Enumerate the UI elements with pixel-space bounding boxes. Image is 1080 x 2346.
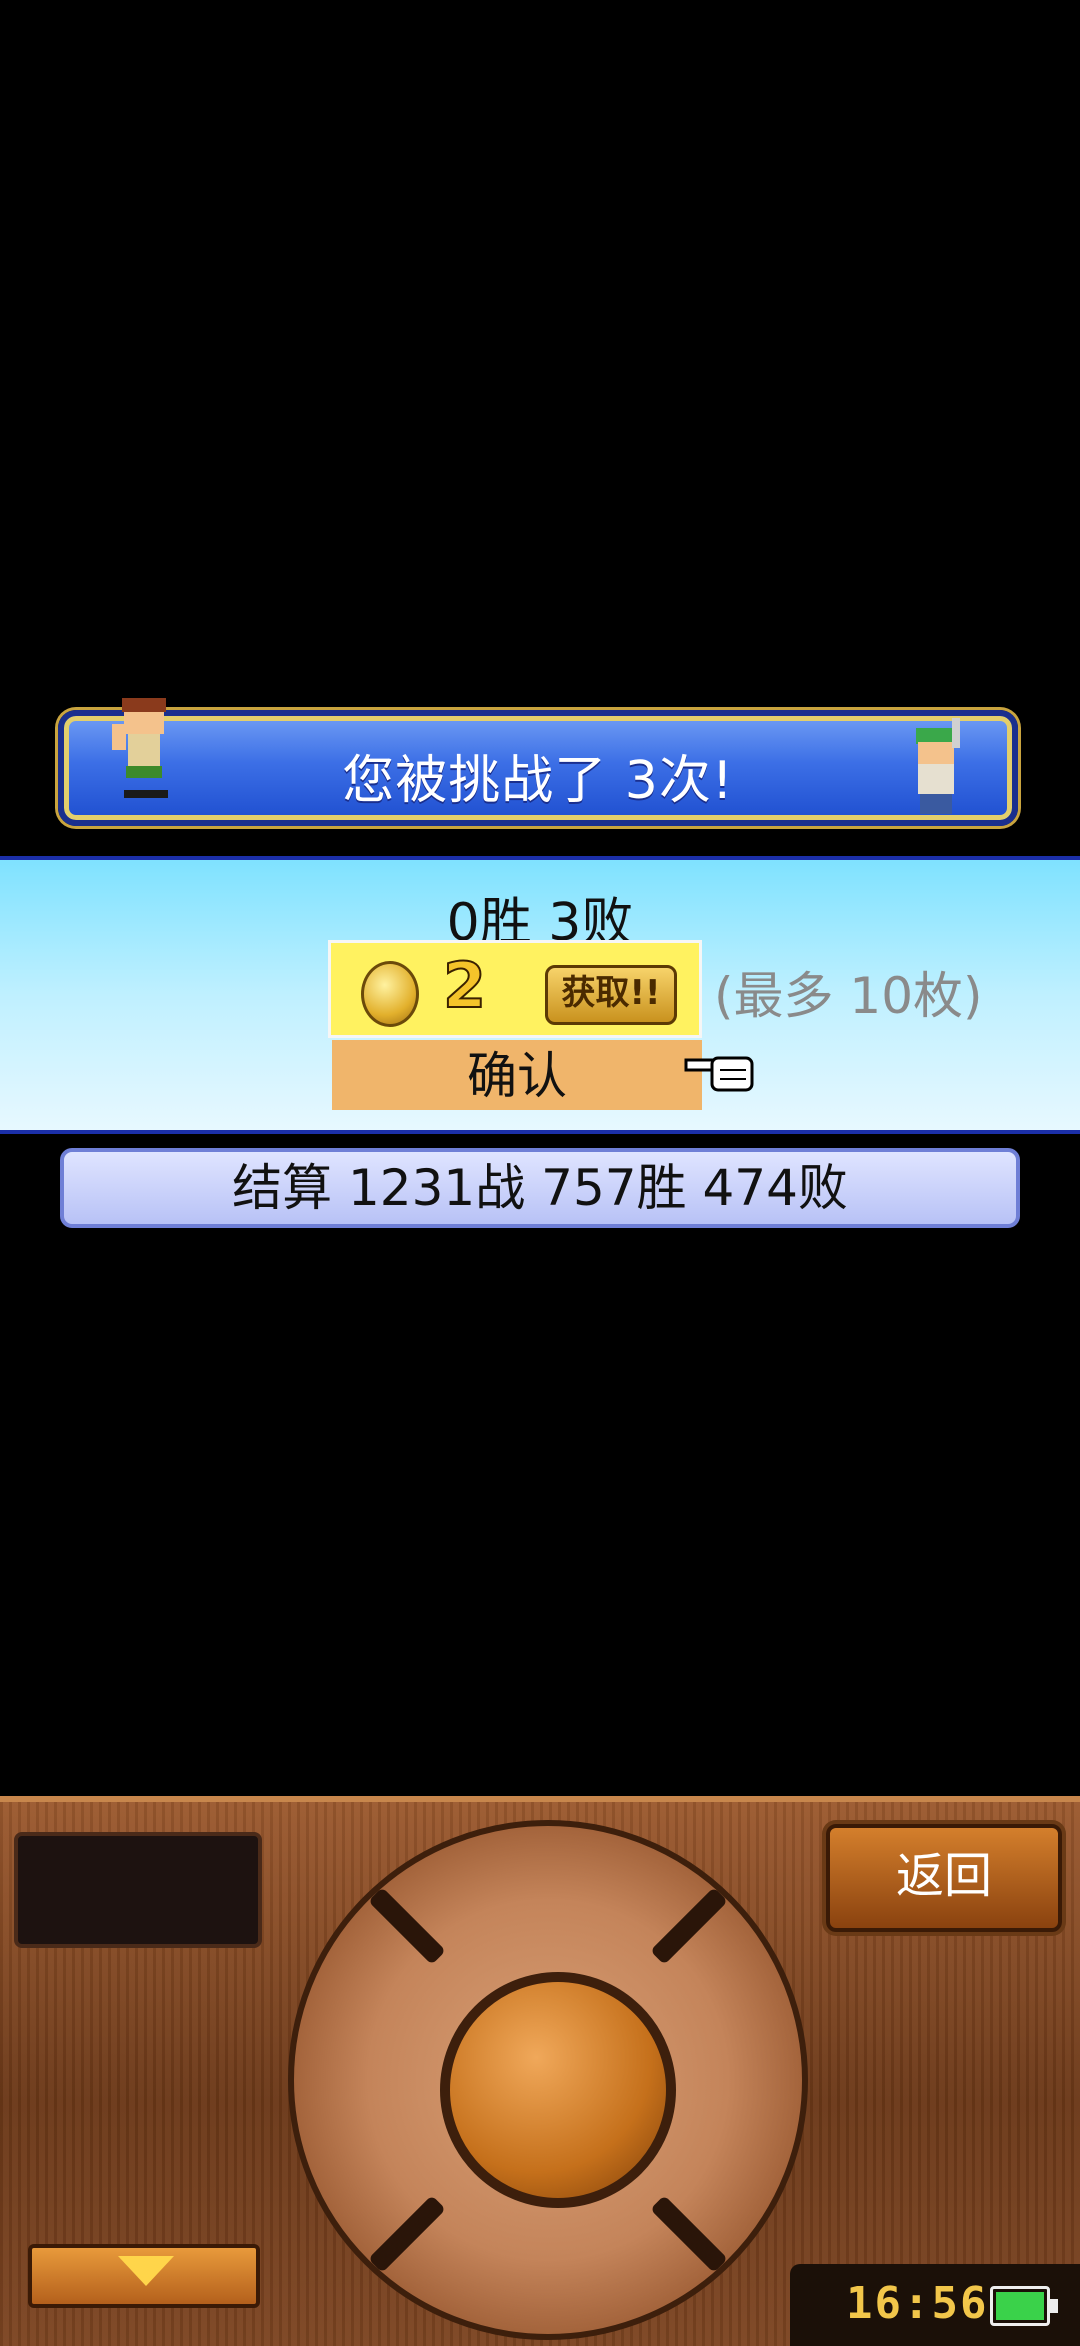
obtain-badge: 获取!!: [545, 965, 677, 1025]
clock: 16:56: [846, 2278, 989, 2329]
back-button[interactable]: 返回: [826, 1824, 1062, 1932]
coin-count: 2: [442, 948, 487, 1023]
center-action-button[interactable]: [440, 1972, 676, 2208]
banner-title: 您被挑战了 3次!: [342, 751, 734, 811]
dpad-divider: [650, 1887, 728, 1965]
coin-icon: [361, 961, 419, 1027]
dpad-divider: [368, 1887, 446, 1965]
dpad[interactable]: [288, 1820, 808, 2340]
dpad-divider: [650, 2195, 728, 2273]
dpad-divider: [368, 2195, 446, 2273]
max-coin-note: (最多 10枚): [714, 967, 983, 1025]
status-bar: 16:56: [790, 2264, 1080, 2346]
confirm-button[interactable]: 确认: [332, 1040, 702, 1110]
down-button[interactable]: [28, 2244, 260, 2308]
screen-slot: [14, 1832, 262, 1948]
pointer-hand-icon: [682, 1048, 762, 1098]
battery-icon: [990, 2286, 1058, 2326]
controller-panel: 返回 16:56: [0, 1796, 1080, 2346]
battle-result-panel: 0胜 3败 2 获取!! (最多 10枚) 确认: [0, 856, 1080, 1134]
reward-box: 2 获取!!: [328, 940, 702, 1038]
down-arrow-icon: [118, 2256, 174, 2286]
summary-bar: 结算 1231战 757胜 474败: [60, 1148, 1020, 1228]
challenge-banner: 您被挑战了 3次!: [58, 698, 1018, 828]
player-avatar-icon: [896, 718, 976, 828]
